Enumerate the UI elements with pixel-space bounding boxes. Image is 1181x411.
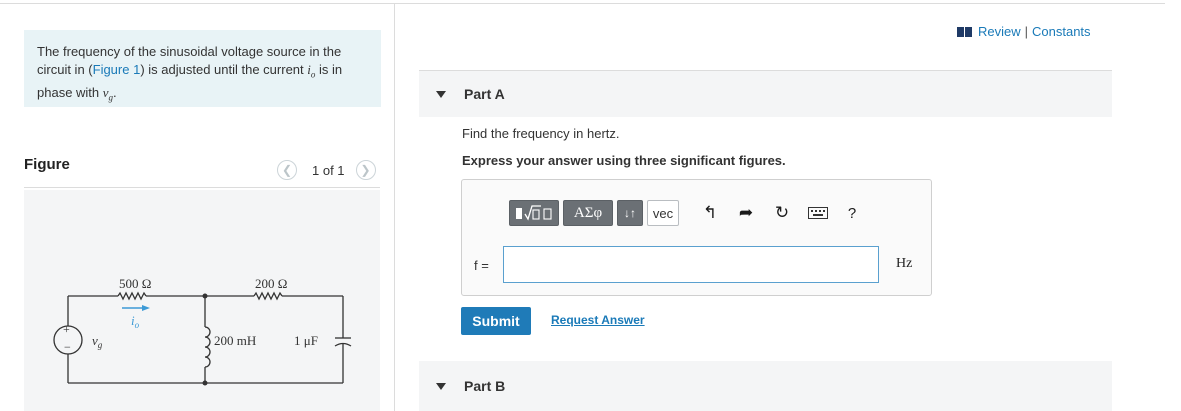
constants-link[interactable]: Constants [1032,24,1091,39]
undo-icon[interactable]: ↰ [699,202,721,224]
column-divider [394,3,395,411]
part-a-title: Part A [464,86,505,102]
figure-link[interactable]: Figure 1 [93,62,141,77]
inductor-label: 200 mH [214,333,256,348]
header-separator: | [1024,24,1029,39]
figure-divider [24,187,380,188]
part-b-title: Part B [464,378,506,394]
unit-label: Hz [896,256,913,271]
collapse-triangle-icon[interactable] [436,90,446,98]
voltage-symbol: vg [102,84,114,103]
source-plus: + [63,322,70,336]
current-label: io [131,313,140,330]
submit-button[interactable]: Submit [461,307,531,335]
pager-text: 1 of 1 [312,162,345,178]
greek-button[interactable]: ΑΣφ [563,200,613,226]
node-top [202,293,208,299]
variable-label: f = [474,258,489,273]
resistor-200 [253,291,283,301]
r2-label: 200 Ω [255,276,287,291]
request-answer-link[interactable]: Request Answer [551,313,645,327]
inductor [204,326,211,368]
redo-icon[interactable]: ➦ [735,202,757,224]
part-b-header[interactable]: Part B [419,361,1112,411]
reset-icon[interactable]: ↻ [771,202,793,224]
source-minus: − [64,340,71,354]
collapse-triangle-icon[interactable] [436,382,446,390]
answer-input[interactable] [503,246,879,283]
problem-statement: The frequency of the sinusoidal voltage … [24,30,381,107]
review-constants: Review | Constants [957,24,1091,39]
book-icon [957,26,972,37]
answer-editor: ΑΣφ ↓↑ vec ↰ ➦ ↻ ? f = Hz [461,179,932,296]
math-toolbar: ΑΣφ ↓↑ vec ↰ ➦ ↻ ? [509,199,863,227]
keyboard-icon[interactable] [807,202,829,224]
updown-button[interactable]: ↓↑ [617,200,643,226]
r1-label: 500 Ω [119,276,151,291]
source-label: vg [92,333,103,350]
part-a-header[interactable]: Part A [419,71,1112,117]
question-instructions: Express your answer using three signific… [462,153,786,168]
figure-pager: ❮ 1 of 1 ❯ [277,158,376,182]
figure-title: Figure [24,156,70,173]
question-prompt: Find the frequency in hertz. [462,126,620,141]
review-link[interactable]: Review [978,24,1021,39]
capacitor-label: 1 μF [294,333,318,348]
chevron-left-icon[interactable]: ❮ [277,160,297,180]
vec-button[interactable]: vec [647,200,679,226]
node-bottom [202,380,208,386]
chevron-right-icon[interactable]: ❯ [355,160,376,180]
resistor-500 [117,291,147,301]
problem-text-4: . [113,84,117,100]
circuit-diagram: 500 Ω 200 Ω 200 mH 1 μF + − vg io [53,276,352,386]
top-divider [0,3,1165,4]
problem-text-2: ) is adjusted until the current [140,62,308,77]
help-button[interactable]: ? [841,202,863,224]
templates-icon[interactable] [509,200,559,226]
